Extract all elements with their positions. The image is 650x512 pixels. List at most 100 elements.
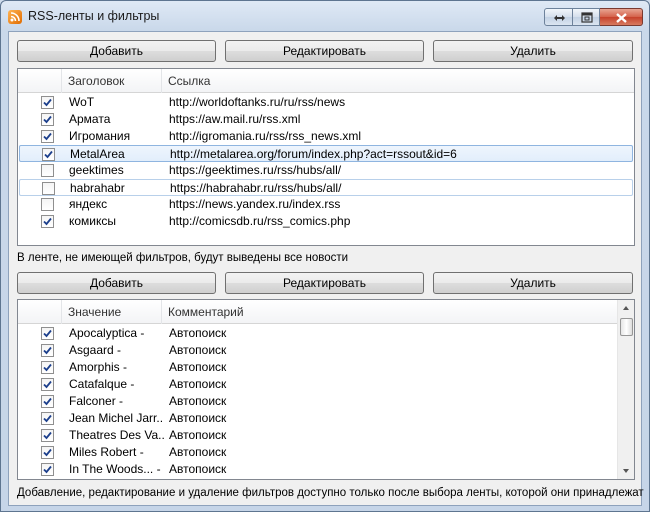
scroll-down-button[interactable] — [618, 462, 634, 479]
delete-feed-button[interactable]: Удалить — [433, 40, 633, 62]
restore-icon — [554, 15, 565, 21]
filters-list-header: Значение Комментарий — [18, 300, 618, 324]
filter-comment-cell: Автопоиск — [169, 445, 227, 459]
filter-value-cell: Asgaard - — [69, 343, 122, 357]
feed-url-cell: https://aw.mail.ru/rss.xml — [169, 112, 301, 126]
feed-title-cell: Игромания — [69, 129, 131, 143]
filter-comment-cell: Автопоиск — [169, 343, 227, 357]
filter-enabled-checkbox[interactable] — [41, 327, 54, 340]
feed-url-cell: https://news.yandex.ru/index.rss — [169, 197, 341, 211]
feed-url-cell: https://habrahabr.ru/rss/hubs/all/ — [170, 181, 342, 195]
feed-row[interactable]: Игромания http://igromania.ru/rss/rss_new… — [19, 128, 633, 145]
window-title: RSS-ленты и фильтры — [28, 9, 160, 23]
feeds-list[interactable]: Заголовок Ссылка WoT http://worldoftanks.… — [17, 68, 635, 246]
edit-feed-button[interactable]: Редактировать — [225, 40, 424, 62]
filter-enabled-checkbox[interactable] — [41, 412, 54, 425]
column-header-title[interactable]: Заголовок — [61, 69, 161, 93]
filter-value-cell: Apocalyptica - — [69, 326, 145, 340]
scrollbar-thumb[interactable] — [620, 318, 633, 336]
feed-row[interactable]: Армата https://aw.mail.ru/rss.xml — [19, 111, 633, 128]
restore-button[interactable] — [544, 8, 573, 26]
feed-url-cell: http://comicsdb.ru/rss_comics.php — [169, 214, 351, 228]
filter-comment-cell: Автопоиск — [169, 377, 227, 391]
feed-url-cell: http://igromania.ru/rss/rss_news.xml — [169, 129, 362, 143]
filter-enabled-checkbox[interactable] — [41, 361, 54, 374]
checkbox-column-header — [18, 69, 61, 93]
feed-row[interactable]: MetalArea http://metalarea.org/forum/inde… — [19, 145, 633, 162]
maximize-icon — [581, 12, 593, 23]
feed-title-cell: яндекс — [69, 197, 108, 211]
filter-row[interactable]: Asgaard - Автопоиск — [19, 342, 616, 359]
feed-row[interactable]: яндекс https://news.yandex.ru/index.rss — [19, 196, 633, 213]
filter-comment-cell: Автопоиск — [169, 462, 227, 476]
feed-row[interactable]: geektimes https://geektimes.ru/rss/hubs/a… — [19, 162, 633, 179]
filter-value-cell: In The Woods... - — [69, 462, 161, 476]
filter-value-cell: Jean Michel Jarr... — [69, 411, 164, 425]
filter-row[interactable]: Theatres Des Va... Автопоиск — [19, 427, 616, 444]
column-header-comment[interactable]: Комментарий — [161, 300, 618, 324]
filter-row[interactable]: Jean Michel Jarr... Автопоиск — [19, 410, 616, 427]
filter-value-cell: Theatres Des Va... — [69, 428, 164, 442]
filter-enabled-checkbox[interactable] — [41, 378, 54, 391]
filter-value-cell: Miles Robert - — [69, 445, 144, 459]
feeds-list-header: Заголовок Ссылка — [18, 69, 634, 93]
delete-filter-button[interactable]: Удалить — [433, 272, 633, 294]
feed-row[interactable]: WoT http://worldoftanks.ru/ru/rss/news — [19, 94, 633, 111]
feed-title-cell: WoT — [69, 95, 95, 109]
feed-enabled-checkbox[interactable] — [41, 130, 54, 143]
chevron-up-icon — [623, 306, 629, 310]
filter-enabled-checkbox[interactable] — [41, 463, 54, 476]
edit-filter-button[interactable]: Редактировать — [225, 272, 424, 294]
rss-icon — [8, 10, 22, 24]
filter-enabled-checkbox[interactable] — [41, 395, 54, 408]
title-bar[interactable]: RSS-ленты и фильтры — [1, 1, 649, 31]
filter-row[interactable]: Apocalyptica - Автопоиск — [19, 325, 616, 342]
maximize-button[interactable] — [573, 8, 600, 26]
filter-value-cell: Catafalque - — [69, 377, 135, 391]
scroll-up-button[interactable] — [618, 300, 634, 317]
feed-title-cell: комиксы — [69, 214, 117, 228]
feed-url-cell: http://metalarea.org/forum/index.php?act… — [170, 147, 457, 161]
filter-comment-cell: Автопоиск — [169, 428, 227, 442]
close-button[interactable] — [600, 8, 643, 26]
column-header-value[interactable]: Значение — [61, 300, 161, 324]
feed-enabled-checkbox[interactable] — [41, 113, 54, 126]
feed-row[interactable]: комиксы http://comicsdb.ru/rss_comics.php — [19, 213, 633, 230]
filters-hint-text: Добавление, редактирование и удаление фи… — [17, 487, 644, 499]
filter-comment-cell: Автопоиск — [169, 394, 227, 408]
feed-title-cell: habrahabr — [70, 181, 125, 195]
feed-url-cell: http://worldoftanks.ru/ru/rss/news — [169, 95, 346, 109]
filter-row[interactable]: Falconer - Автопоиск — [19, 393, 616, 410]
feed-enabled-checkbox[interactable] — [41, 96, 54, 109]
feed-url-cell: https://geektimes.ru/rss/hubs/all/ — [169, 163, 342, 177]
add-feed-button[interactable]: Добавить — [17, 40, 216, 62]
filter-row[interactable]: In The Woods... - Автопоиск — [19, 461, 616, 478]
filter-comment-cell: Автопоиск — [169, 360, 227, 374]
filter-row[interactable]: Amorphis - Автопоиск — [19, 359, 616, 376]
column-header-url[interactable]: Ссылка — [161, 69, 634, 93]
filter-comment-cell: Автопоиск — [169, 326, 227, 340]
filter-row[interactable]: Catafalque - Автопоиск — [19, 376, 616, 393]
filter-enabled-checkbox[interactable] — [41, 344, 54, 357]
filters-list[interactable]: Значение Комментарий Apocalyptica - Автоп… — [17, 299, 635, 480]
checkbox-column-header — [18, 300, 61, 324]
feed-enabled-checkbox[interactable] — [41, 164, 54, 177]
feed-enabled-checkbox[interactable] — [42, 148, 55, 161]
filter-value-cell: Falconer - — [69, 394, 124, 408]
feeds-hint-text: В ленте, не имеющей фильтров, будут выве… — [17, 252, 349, 264]
filter-row[interactable]: Miles Robert - Автопоиск — [19, 444, 616, 461]
filter-enabled-checkbox[interactable] — [41, 429, 54, 442]
feed-enabled-checkbox[interactable] — [41, 215, 54, 228]
feed-enabled-checkbox[interactable] — [42, 182, 55, 195]
close-icon — [616, 13, 627, 23]
window-client-area: Добавить Редактировать Удалить Заголовок… — [8, 31, 644, 506]
feed-title-cell: geektimes — [69, 163, 124, 177]
add-filter-button[interactable]: Добавить — [17, 272, 216, 294]
feed-enabled-checkbox[interactable] — [41, 198, 54, 211]
filter-comment-cell: Автопоиск — [169, 411, 227, 425]
filters-scrollbar[interactable] — [617, 300, 634, 479]
feed-row[interactable]: habrahabr https://habrahabr.ru/rss/hubs/a… — [19, 179, 633, 196]
feed-title-cell: Армата — [69, 112, 111, 126]
filter-value-cell: Amorphis - — [69, 360, 128, 374]
filter-enabled-checkbox[interactable] — [41, 446, 54, 459]
